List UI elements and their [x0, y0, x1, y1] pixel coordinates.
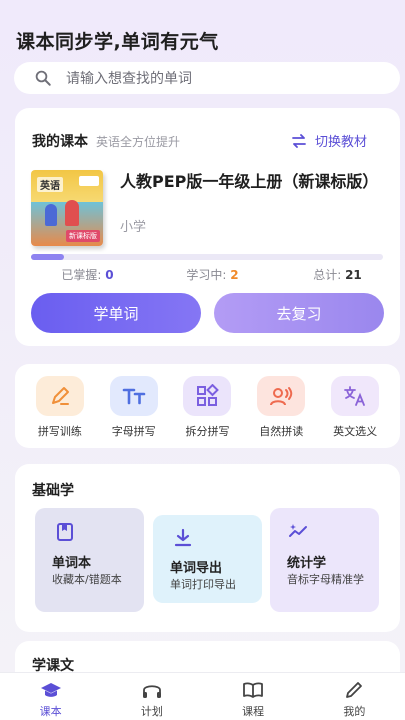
letter-tt-icon — [122, 388, 145, 405]
speaker-person-icon — [270, 387, 293, 406]
practice-tools-card: 拼写训练 字母拼写 拆分拼写 自然拼读 英文选义 — [15, 364, 400, 448]
switch-textbook-label: 切换教材 — [314, 135, 367, 150]
tab-textbook[interactable]: 课本 — [0, 673, 101, 720]
word-export-tile[interactable]: 单词导出 单词打印导出 — [153, 515, 262, 603]
cover-title: 英语 — [37, 177, 63, 192]
translate-icon — [344, 386, 365, 406]
tab-label: 课程 — [242, 705, 265, 718]
tile-description: 音标字母精准学 — [287, 573, 364, 586]
headphones-icon — [142, 685, 161, 698]
book-level: 小学 — [120, 220, 147, 235]
progress-fill — [31, 254, 65, 260]
statistics-tile[interactable]: 统计学 音标字母精准学 — [270, 508, 379, 612]
search-bar[interactable]: 请输入想查找的单词 — [14, 62, 400, 94]
cover-figure — [45, 204, 57, 226]
tool-meaning-choice[interactable]: 英文选义 — [318, 376, 392, 448]
textbook-cover[interactable]: 英语 新课标版 — [31, 170, 103, 246]
tool-icon-bg — [183, 376, 232, 416]
tab-plan[interactable]: 计划 — [101, 673, 202, 720]
tile-title: 单词本 — [52, 556, 92, 571]
page-title: 课本同步学,单词有元气 — [16, 31, 219, 53]
review-button[interactable]: 去复习 — [214, 293, 384, 333]
cover-figure — [65, 200, 79, 226]
graduation-cap-icon — [40, 683, 61, 697]
tool-label: 自然拼读 — [259, 425, 304, 438]
book-title: 人教PEP版一年级上册（新课标版） — [120, 172, 379, 191]
grid-split-icon — [197, 384, 220, 406]
stat-learning: 学习中: 2 — [186, 268, 239, 282]
tool-icon-bg — [109, 376, 158, 416]
word-stats: 已掌握: 0 学习中: 2 总计: 21 — [15, 266, 400, 283]
tab-mine[interactable]: 我的 — [304, 673, 405, 720]
swap-arrows-icon — [292, 133, 306, 148]
tool-icon-bg — [35, 376, 84, 416]
tool-label: 字母拼写 — [111, 425, 156, 438]
bottom-tab-bar: 课本 计划 课程 我的 — [0, 672, 405, 720]
cover-grade — [79, 176, 99, 186]
cover-badge: 新课标版 — [66, 230, 100, 242]
tile-description: 单词打印导出 — [170, 578, 236, 591]
tool-spelling-practice[interactable]: 拼写训练 — [23, 376, 97, 448]
pencil-spell-icon — [51, 387, 69, 405]
tool-phonics[interactable]: 自然拼读 — [244, 376, 318, 448]
my-textbook-card: 我的课本 英语全方位提升 切换教材 英语 新课标版 人教PEP版一年级上册（新课… — [15, 108, 400, 346]
my-textbook-subtitle: 英语全方位提升 — [96, 135, 181, 149]
search-icon — [35, 70, 51, 86]
tool-label: 拼写训练 — [37, 425, 82, 438]
tool-icon-bg — [331, 376, 380, 416]
tool-label: 拆分拼写 — [185, 425, 230, 438]
stat-total: 总计: 21 — [313, 268, 362, 282]
tool-label: 英文选义 — [333, 425, 378, 438]
tool-split-spelling[interactable]: 拆分拼写 — [171, 376, 245, 448]
pen-icon — [346, 682, 363, 698]
sparkle-chart-icon — [289, 524, 307, 537]
learn-words-button[interactable]: 学单词 — [31, 293, 201, 333]
learning-progress-bar — [31, 254, 383, 260]
bookmark-icon — [57, 523, 73, 541]
open-book-icon — [243, 682, 264, 698]
search-input[interactable]: 请输入想查找的单词 — [66, 68, 192, 88]
section-title: 基础学 — [32, 483, 74, 499]
tool-letter-spelling[interactable]: 字母拼写 — [97, 376, 171, 448]
stat-mastered: 已掌握: 0 — [61, 268, 114, 282]
tab-course[interactable]: 课程 — [203, 673, 304, 720]
tab-label: 我的 — [343, 705, 366, 718]
basic-learning-card: 基础学 单词本 收藏本/错题本 单词导出 单词打印导出 统计学 音标字母精准学 — [15, 464, 400, 632]
tile-description: 收藏本/错题本 — [52, 573, 122, 586]
tab-label: 计划 — [140, 705, 163, 718]
word-book-tile[interactable]: 单词本 收藏本/错题本 — [35, 508, 144, 612]
my-textbook-title: 我的课本 — [32, 134, 88, 150]
tool-icon-bg — [257, 376, 306, 416]
tile-title: 统计学 — [287, 556, 327, 571]
tab-label: 课本 — [39, 705, 62, 718]
switch-textbook-button[interactable]: 切换教材 — [291, 131, 367, 150]
tile-title: 单词导出 — [170, 561, 223, 576]
download-icon — [174, 528, 192, 547]
